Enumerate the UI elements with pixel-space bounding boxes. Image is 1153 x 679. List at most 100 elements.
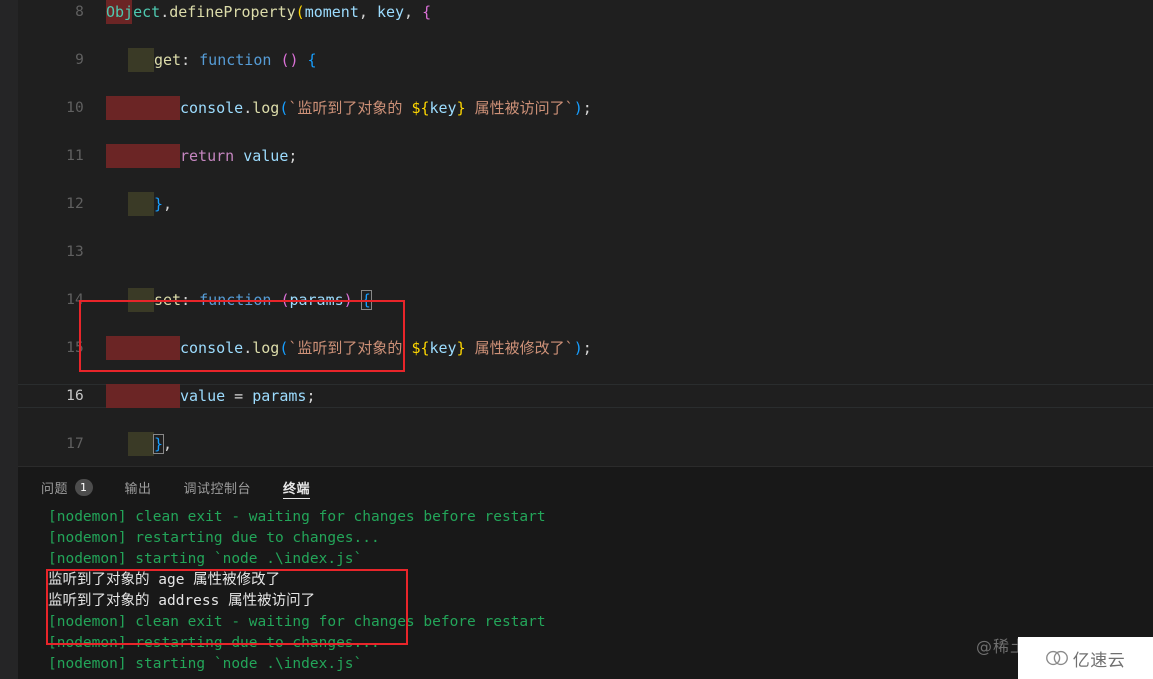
line-number: 11: [66, 148, 84, 164]
line-number: 9: [75, 52, 84, 68]
indent-guide: [106, 336, 132, 360]
code-line[interactable]: 17 },: [18, 432, 1153, 456]
token-console: console: [180, 99, 244, 117]
token-interp-close: }: [456, 99, 466, 117]
token-brace-open: {: [422, 3, 432, 21]
code-line[interactable]: 11 return value;: [18, 144, 1153, 168]
tab-problems-label: 问题: [41, 481, 69, 497]
indent-guide: [106, 96, 132, 120]
code-line[interactable]: 15 console.log(`监听到了对象的 ${key} 属性被修改了`);: [18, 336, 1153, 360]
indent-guide: [158, 336, 180, 360]
token-interp-open: ${: [411, 99, 430, 117]
token-comma: ,: [163, 195, 173, 213]
terminal-line: 监听到了对象的 age 属性被修改了: [48, 572, 281, 588]
token-interp-close: }: [456, 339, 466, 357]
token-paren-open: (: [295, 3, 305, 21]
token-semicolon: ;: [288, 147, 298, 165]
terminal-line: 监听到了对象的 address 属性被访问了: [48, 593, 316, 609]
token-semicolon: ;: [306, 387, 316, 405]
token-log: log: [252, 339, 280, 357]
terminal-line: [nodemon] clean exit - waiting for chang…: [48, 614, 546, 630]
token-moment: moment: [304, 3, 359, 21]
terminal-line: [nodemon] starting `node .\index.js`: [48, 656, 363, 672]
token-semicolon: ;: [582, 339, 592, 357]
code-line[interactable]: 13: [18, 240, 1153, 264]
line-number: 17: [66, 436, 84, 452]
token-interp-open: ${: [411, 339, 430, 357]
token-semicolon: ;: [582, 99, 592, 117]
code-line[interactable]: 10 console.log(`监听到了对象的 ${key} 属性被访问了`);: [18, 96, 1153, 120]
code-line[interactable]: 14 set: function (params) {: [18, 288, 1153, 312]
code-text: return value;: [180, 144, 297, 168]
yisuyun-watermark: 亿速云: [1018, 637, 1153, 679]
tab-problems[interactable]: 问题 1: [41, 467, 93, 507]
token-brace-close-matched: }: [152, 434, 165, 454]
indent-guide: [132, 384, 158, 408]
indent-guide: [132, 336, 158, 360]
token-value: value: [180, 387, 226, 405]
code-text: value = params;: [180, 384, 315, 408]
token-equals: =: [225, 387, 253, 405]
token-object: Object: [106, 3, 161, 21]
token-template-string: 属性被修改了`: [465, 339, 574, 357]
indent-guide: [132, 144, 158, 168]
token-return: return: [180, 147, 235, 165]
problems-count-badge: 1: [75, 478, 93, 496]
token-paren-close: ): [343, 291, 353, 309]
token-colon: :: [181, 291, 200, 309]
token-colon: :: [181, 51, 200, 69]
indent-guide: [132, 96, 158, 120]
activity-bar-strip: [0, 0, 19, 679]
indent-guide: [158, 384, 180, 408]
token-set: set: [154, 291, 182, 309]
token-params: params: [289, 291, 344, 309]
yisuyun-label: 亿速云: [1072, 650, 1126, 671]
code-line[interactable]: 9 get: function () {: [18, 48, 1153, 72]
token-brace-close: }: [154, 195, 164, 213]
code-line[interactable]: 8 Object.defineProperty(moment, key, {: [18, 0, 1153, 24]
indent-guide: [158, 144, 180, 168]
code-text: set: function (params) {: [154, 288, 372, 312]
token-function: function: [199, 51, 272, 69]
panel-tab-bar: 问题 1 输出 调试控制台 终端: [18, 467, 1153, 507]
code-text: },: [154, 192, 172, 216]
line-number: 16: [66, 388, 84, 404]
terminal-line: [nodemon] starting `node .\index.js`: [48, 551, 363, 567]
tab-terminal-label: 终端: [283, 481, 311, 497]
token-log: log: [252, 99, 280, 117]
token-key: key: [376, 3, 405, 21]
token-function: function: [199, 291, 272, 309]
token-paren-close: ): [573, 99, 583, 117]
line-number: 14: [66, 292, 84, 308]
line-number: 8: [75, 4, 84, 20]
line-number: 12: [66, 196, 84, 212]
line-number: 13: [66, 244, 84, 260]
token-brace-open-matched: {: [360, 290, 372, 310]
tab-terminal[interactable]: 终端: [283, 467, 311, 507]
token-comma: ,: [404, 3, 423, 21]
token-dot: .: [160, 3, 170, 21]
token-comma: ,: [358, 3, 377, 21]
cloud-icon: [1045, 650, 1068, 666]
token-brace-open: {: [307, 51, 317, 69]
tab-debug-console[interactable]: 调试控制台: [184, 467, 252, 507]
token-key: key: [429, 99, 457, 117]
code-line-active[interactable]: 16 value = params;: [18, 384, 1153, 408]
indent-guide: [158, 96, 180, 120]
code-editor[interactable]: 8 Object.defineProperty(moment, key, { 9…: [18, 0, 1153, 466]
tab-debug-console-label: 调试控制台: [183, 481, 252, 497]
token-template-string: `监听到了对象的: [288, 99, 412, 117]
code-area[interactable]: 8 Object.defineProperty(moment, key, { 9…: [18, 0, 1153, 466]
tab-output[interactable]: 输出: [125, 467, 152, 507]
token-comma: ,: [163, 435, 173, 453]
indent-guide: [128, 288, 154, 312]
token-dot: .: [243, 99, 253, 117]
token-dot: .: [243, 339, 253, 357]
code-line[interactable]: 12 },: [18, 192, 1153, 216]
code-text: get: function () {: [154, 48, 317, 72]
indent-guide: [106, 384, 132, 408]
token-template-string: `监听到了对象的: [288, 339, 412, 357]
